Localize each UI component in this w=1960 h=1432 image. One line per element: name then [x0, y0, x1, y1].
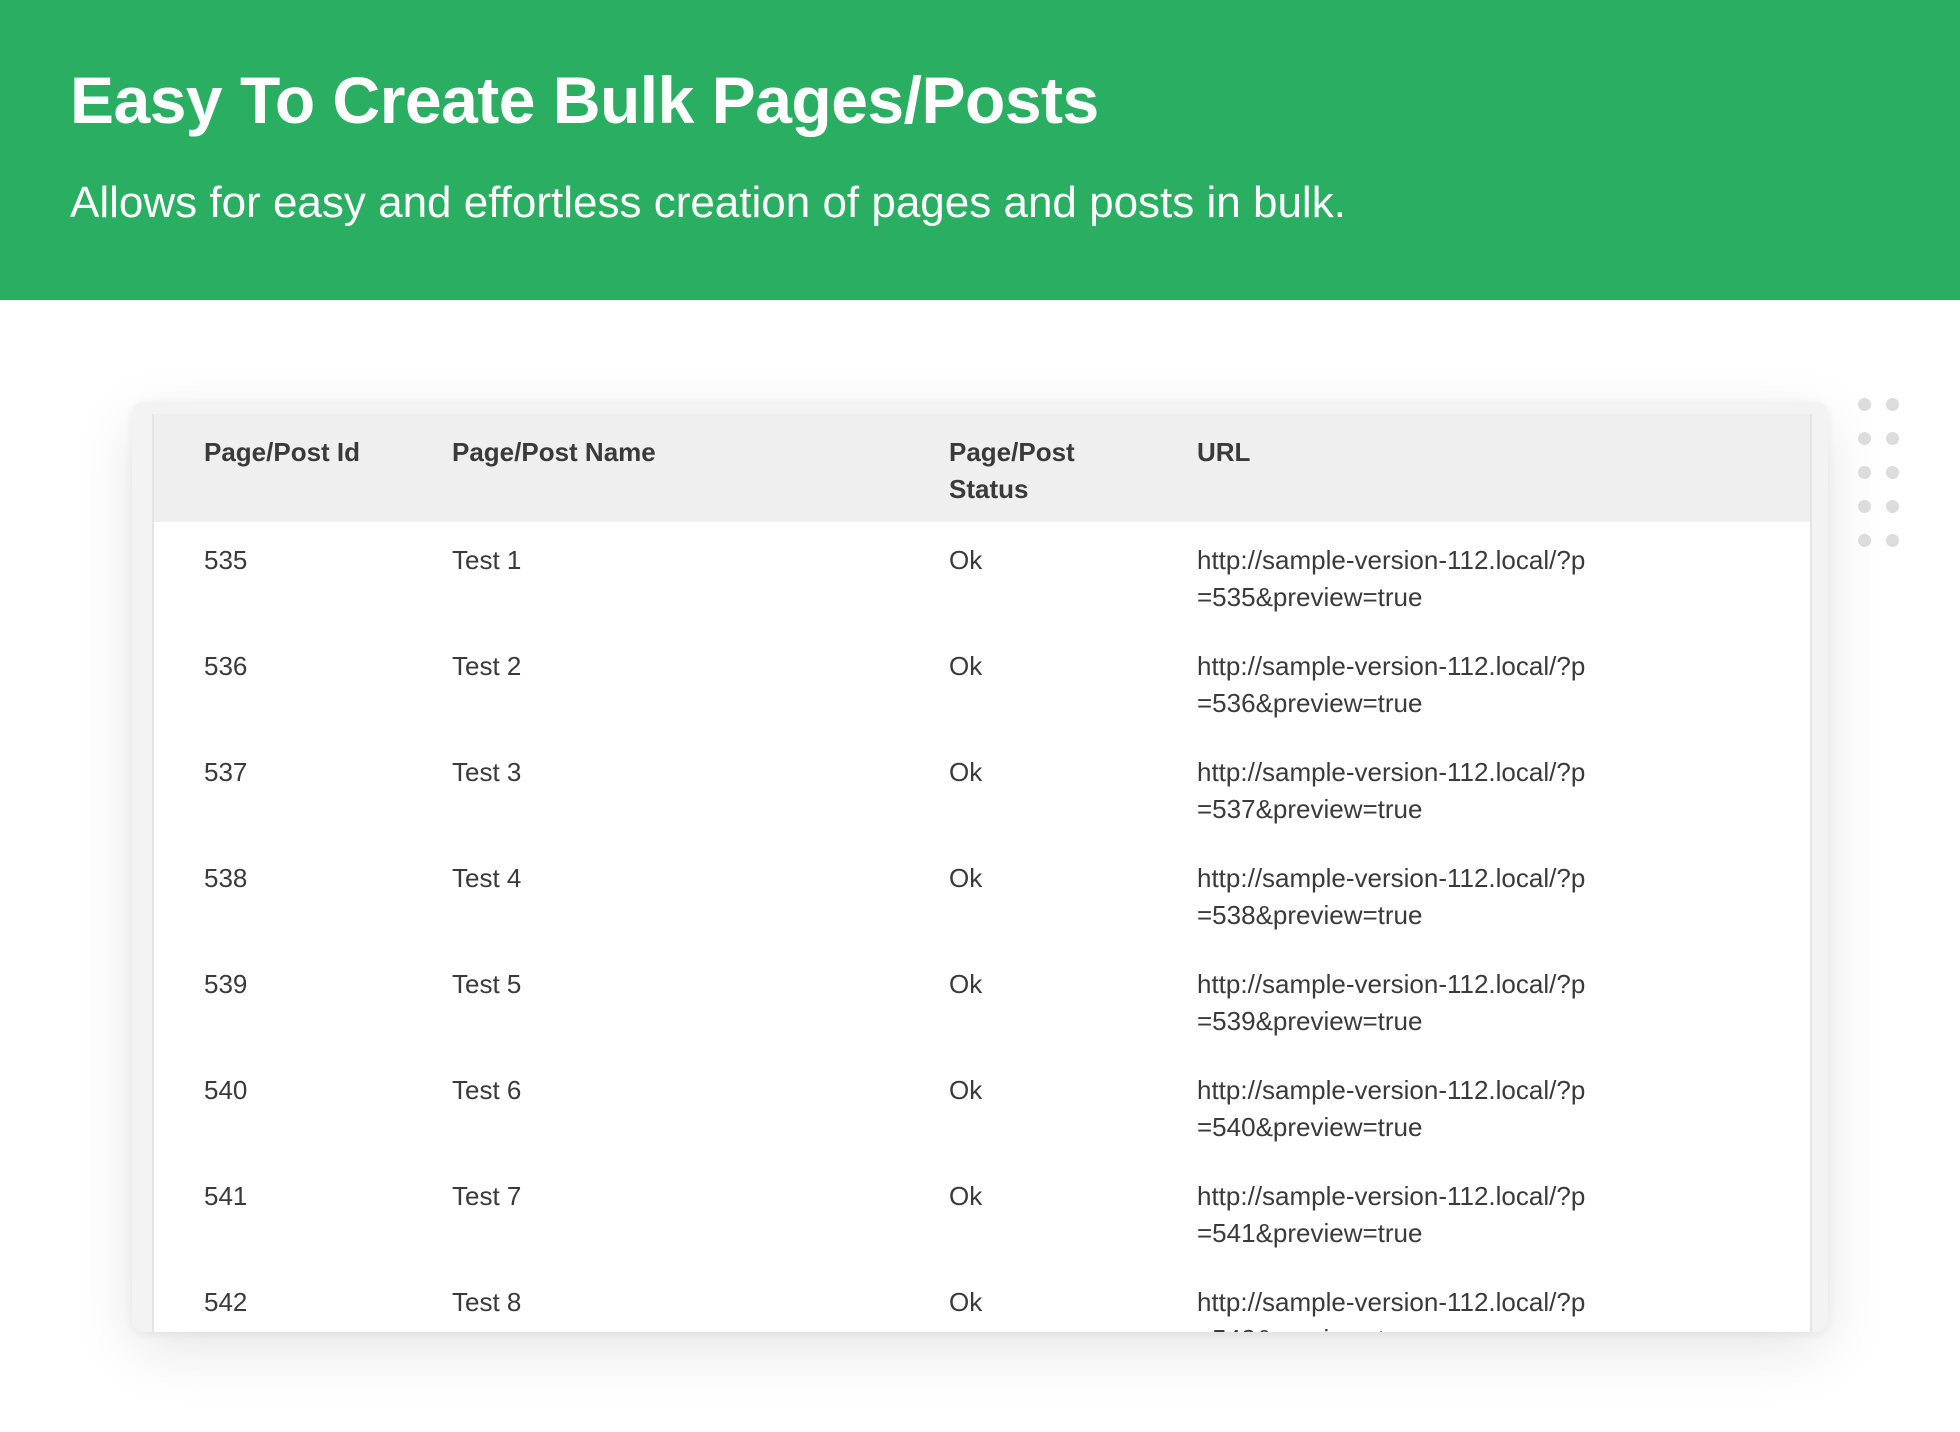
pages-table: Page/Post Id Page/Post Name Page/Post St…	[154, 414, 1810, 1332]
cell-url: http://sample-version-112.local/?p=542&p…	[1197, 1264, 1810, 1332]
page-subtitle: Allows for easy and effortless creation …	[70, 178, 1346, 227]
decorative-dot	[1886, 432, 1899, 445]
decorative-dot	[1886, 534, 1899, 547]
cell-status: Ok	[949, 651, 983, 681]
cell-id: 537	[204, 757, 248, 787]
decorative-dot	[1886, 466, 1899, 479]
url-text: http://sample-version-112.local/?p=535&p…	[1197, 545, 1586, 612]
table-card: Page/Post Id Page/Post Name Page/Post St…	[132, 402, 1828, 1332]
table-row: 539 Test 5 Ok http://sample-version-112.loc…	[154, 946, 1810, 1052]
cell-name: Test 6	[452, 1075, 522, 1105]
cell-id: 539	[204, 969, 248, 999]
cell-id: 535	[204, 545, 248, 575]
url-text: http://sample-version-112.local/?p=539&p…	[1197, 969, 1586, 1036]
decorative-dot	[1858, 398, 1871, 411]
table-row: 542 Test 8 Ok http://sample-version-112.loc…	[154, 1264, 1810, 1332]
decorative-dot	[1886, 398, 1899, 411]
header-id: Page/Post Id	[204, 437, 361, 467]
cell-status: Ok	[949, 545, 983, 575]
cell-name: Test 3	[452, 757, 522, 787]
cell-id: 541	[204, 1181, 248, 1211]
table-row: 538 Test 4 Ok http://sample-version-112.loc…	[154, 840, 1810, 946]
cell-id: 540	[204, 1075, 248, 1105]
cell-name: Test 8	[452, 1287, 522, 1317]
cell-url: http://sample-version-112.local/?p=538&p…	[1197, 840, 1810, 946]
url-text: http://sample-version-112.local/?p=542&p…	[1197, 1287, 1586, 1332]
cell-status: Ok	[949, 1075, 983, 1105]
cell-status: Ok	[949, 863, 983, 893]
url-text: http://sample-version-112.local/?p=537&p…	[1197, 757, 1586, 824]
header-status: Page/Post Status	[949, 414, 1197, 522]
header-status-label: Page/Post Status	[949, 437, 1075, 504]
header-url: URL	[1197, 437, 1251, 467]
table-row: 537 Test 3 Ok http://sample-version-112.loc…	[154, 734, 1810, 840]
page-title: Easy To Create Bulk Pages/Posts	[70, 63, 1099, 137]
cell-url: http://sample-version-112.local/?p=541&p…	[1197, 1158, 1810, 1264]
table-header-row: Page/Post Id Page/Post Name Page/Post St…	[154, 414, 1810, 522]
cell-status: Ok	[949, 1287, 983, 1317]
cell-url: http://sample-version-112.local/?p=537&p…	[1197, 734, 1810, 840]
cell-id: 538	[204, 863, 248, 893]
cell-url: http://sample-version-112.local/?p=536&p…	[1197, 628, 1810, 734]
url-text: http://sample-version-112.local/?p=540&p…	[1197, 1075, 1586, 1142]
dot-grid-decoration	[1858, 398, 1918, 558]
cell-url: http://sample-version-112.local/?p=535&p…	[1197, 522, 1810, 628]
decorative-dot	[1886, 500, 1899, 513]
url-text: http://sample-version-112.local/?p=536&p…	[1197, 651, 1586, 718]
cell-status: Ok	[949, 1181, 983, 1211]
hero-banner: Easy To Create Bulk Pages/Posts Allows f…	[0, 0, 1960, 300]
decorative-dot	[1858, 500, 1871, 513]
decorative-dot	[1858, 432, 1871, 445]
decorative-dot	[1858, 534, 1871, 547]
cell-name: Test 7	[452, 1181, 522, 1211]
url-text: http://sample-version-112.local/?p=538&p…	[1197, 863, 1586, 930]
cell-name: Test 5	[452, 969, 522, 999]
cell-id: 542	[204, 1287, 248, 1317]
table-row: 540 Test 6 Ok http://sample-version-112.loc…	[154, 1052, 1810, 1158]
cell-status: Ok	[949, 757, 983, 787]
cell-url: http://sample-version-112.local/?p=540&p…	[1197, 1052, 1810, 1158]
table-body: 535 Test 1 Ok http://sample-version-112.loc…	[154, 522, 1810, 1332]
cell-id: 536	[204, 651, 248, 681]
table-sheet: Page/Post Id Page/Post Name Page/Post St…	[152, 414, 1812, 1332]
cell-url: http://sample-version-112.local/?p=539&p…	[1197, 946, 1810, 1052]
cell-name: Test 4	[452, 863, 522, 893]
url-text: http://sample-version-112.local/?p=541&p…	[1197, 1181, 1586, 1248]
table-row: 535 Test 1 Ok http://sample-version-112.loc…	[154, 522, 1810, 628]
cell-name: Test 1	[452, 545, 522, 575]
decorative-dot	[1858, 466, 1871, 479]
cell-name: Test 2	[452, 651, 522, 681]
cell-status: Ok	[949, 969, 983, 999]
header-name: Page/Post Name	[452, 437, 656, 467]
table-row: 536 Test 2 Ok http://sample-version-112.loc…	[154, 628, 1810, 734]
table-row: 541 Test 7 Ok http://sample-version-112.loc…	[154, 1158, 1810, 1264]
